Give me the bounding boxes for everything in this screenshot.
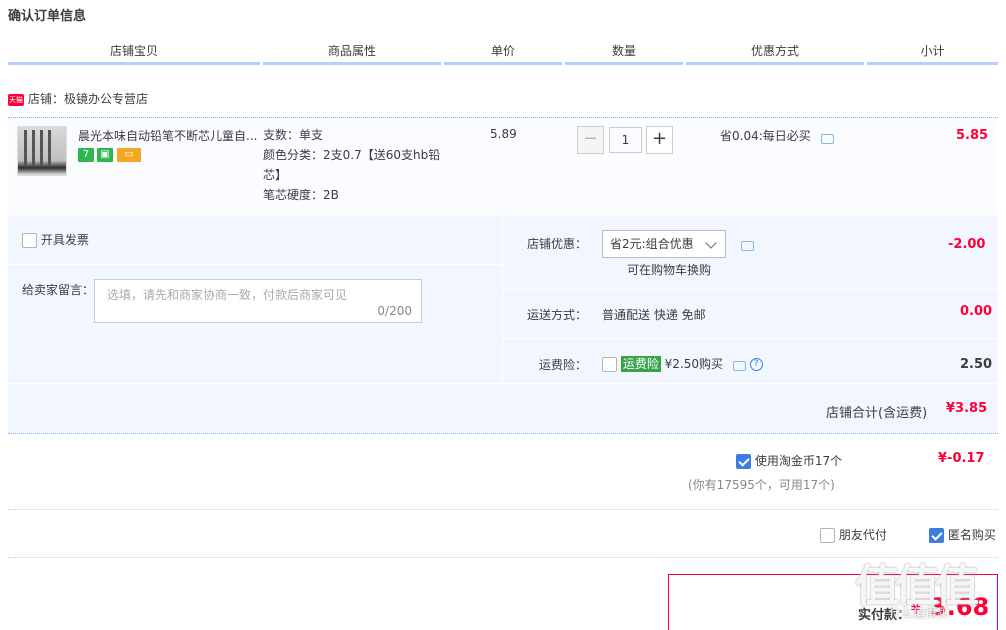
coins-note: (你有17595个，可用17个) xyxy=(688,478,835,492)
quantity-stepper: − 1 + xyxy=(577,126,673,154)
chevron-down-icon xyxy=(705,237,717,249)
decrease-button[interactable]: − xyxy=(577,126,604,154)
guarantee-icon: ▣ xyxy=(97,148,113,162)
shipping-value: 普通配送 快递 免邮 xyxy=(602,308,706,322)
coins-option[interactable]: 使用淘金币17个 xyxy=(736,452,842,469)
coins-checkbox[interactable] xyxy=(736,454,751,469)
anonymous-label: 匿名购买 xyxy=(947,528,996,542)
insurance-amount: 2.50 xyxy=(960,357,993,372)
watermark-sub: 什么值得买 xyxy=(889,606,950,620)
message-textarea[interactable]: 选填，请先和商家协商一致，付款后商家可见 0/200 xyxy=(94,279,422,323)
shipping-amount: 0.00 xyxy=(960,304,993,319)
item-discount: 省0.04:每日必买 xyxy=(720,127,834,144)
insurance-option[interactable]: 运费险 ¥2.50购买 ? xyxy=(602,355,763,372)
attr-count: 支数：单支 xyxy=(263,128,324,142)
shop-label: 店铺：极镜办公专营店 xyxy=(28,92,149,106)
item-subtotal: 5.85 xyxy=(956,128,989,143)
divider xyxy=(8,557,998,558)
table-header: 店铺宝贝 商品属性 单价 数量 优惠方式 小计 xyxy=(8,39,998,65)
panel-divider xyxy=(8,264,502,265)
message-counter: 0/200 xyxy=(377,304,412,318)
insurance-text: ¥2.50购买 xyxy=(664,357,724,371)
shop-total-amount: ¥3.85 xyxy=(946,401,988,416)
attr-hardness: 笔芯硬度：2B xyxy=(263,188,339,202)
item-discount-text: 省0.04:每日必买 xyxy=(720,129,811,143)
col-quantity: 数量 xyxy=(565,39,683,65)
attr-color-cont: 芯】 xyxy=(263,168,288,182)
shop-discount-hint[interactable]: 可在购物车换购 xyxy=(627,261,711,278)
col-subtotal: 小计 xyxy=(867,39,998,65)
insurance-tag: 运费险 xyxy=(620,356,661,372)
invoice-option[interactable]: 开具发票 xyxy=(22,231,89,248)
invoice-checkbox[interactable] xyxy=(22,233,37,248)
help-icon[interactable]: ? xyxy=(749,358,763,371)
friend-pay-checkbox[interactable] xyxy=(820,528,835,543)
col-price: 单价 xyxy=(444,39,562,65)
insurance-label: 运费险： xyxy=(539,358,588,372)
chat-icon[interactable] xyxy=(820,133,834,144)
col-attributes: 商品属性 xyxy=(263,39,441,65)
product-name-link[interactable]: 晨光本味自动铅笔不断芯儿童自... xyxy=(78,127,258,144)
panel-divider xyxy=(503,289,998,290)
friend-pay-label: 朋友代付 xyxy=(838,528,887,542)
anonymous-option[interactable]: 匿名购买 xyxy=(929,526,996,543)
product-thumbnail[interactable] xyxy=(17,126,67,176)
panel-divider xyxy=(8,383,998,384)
shipping-label: 运送方式： xyxy=(527,308,588,322)
col-discount: 优惠方式 xyxy=(686,39,864,65)
anonymous-checkbox[interactable] xyxy=(929,528,944,543)
message-label: 给卖家留言： xyxy=(22,283,95,297)
shop-name[interactable]: 天猫 店铺：极镜办公专营店 xyxy=(8,90,148,107)
credit-card-icon: ▭ xyxy=(117,148,141,162)
friend-pay-option[interactable]: 朋友代付 xyxy=(820,526,887,543)
tmall-icon: 天猫 xyxy=(8,93,24,106)
chat-icon[interactable] xyxy=(732,360,746,371)
panel-divider xyxy=(503,338,998,339)
seven-day-return-icon: 7 xyxy=(78,148,94,162)
increase-button[interactable]: + xyxy=(646,126,673,154)
chat-icon[interactable] xyxy=(741,240,754,251)
attr-color: 颜色分类：2支0.7【送60支hb铅 xyxy=(263,148,441,162)
unit-price: 5.89 xyxy=(490,127,517,141)
shop-discount-label: 店铺优惠： xyxy=(527,237,588,251)
shop-discount-selected: 省2元:组合优惠 xyxy=(610,237,694,251)
panel-divider xyxy=(502,216,503,384)
page-title: 确认订单信息 xyxy=(8,9,87,24)
watermark-logo: 值值值 什么值得买 xyxy=(855,550,1000,630)
quantity-input[interactable]: 1 xyxy=(609,127,642,153)
shop-discount-amount: -2.00 xyxy=(948,237,986,252)
insurance-checkbox[interactable] xyxy=(602,357,617,372)
col-shop-item: 店铺宝贝 xyxy=(8,39,260,65)
message-placeholder: 选填，请先和商家协商一致，付款后商家可见 xyxy=(107,288,348,302)
divider xyxy=(8,509,998,510)
coins-label: 使用淘金币17个 xyxy=(754,454,843,468)
coins-amount: ¥-0.17 xyxy=(938,451,985,466)
shop-discount-select[interactable]: 省2元:组合优惠 xyxy=(602,230,726,258)
invoice-label: 开具发票 xyxy=(40,233,89,247)
shop-total-label: 店铺合计(含运费) xyxy=(826,406,928,421)
